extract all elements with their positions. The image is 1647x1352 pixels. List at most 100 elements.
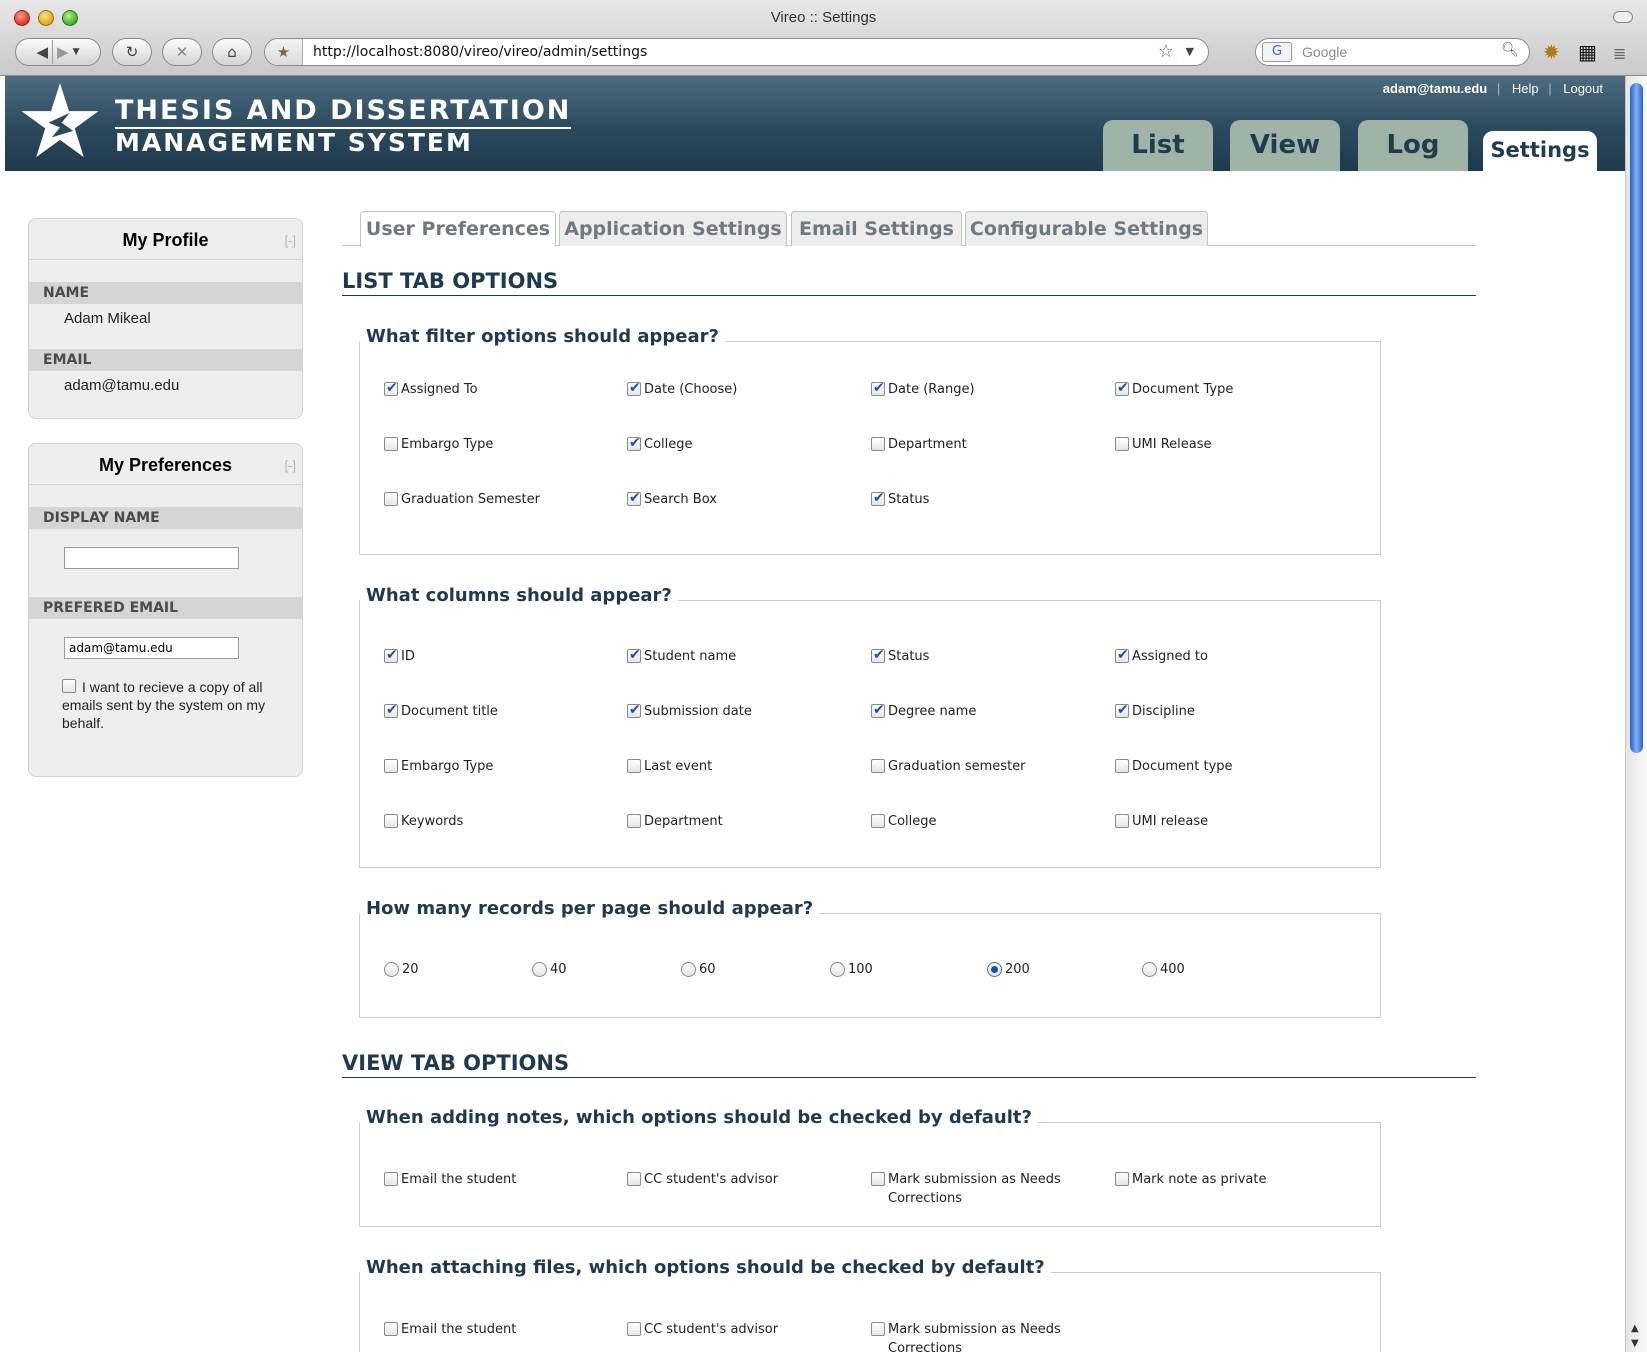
tab-application-settings[interactable]: Application Settings [559,211,787,246]
option-graduation-semester[interactable]: Graduation Semester [384,490,540,509]
checkbox[interactable] [627,814,641,828]
tab-configurable-settings[interactable]: Configurable Settings [965,211,1208,246]
option-department[interactable]: Department [871,435,967,454]
records-option-60[interactable]: 60 [681,960,716,979]
option-status[interactable]: Status [871,489,929,509]
checkbox[interactable] [871,701,885,720]
checkbox[interactable] [627,759,641,773]
checkbox[interactable] [384,701,398,720]
checkbox[interactable] [627,646,641,665]
option-embargo-type[interactable]: Embargo Type [384,435,493,454]
option-embargo-type[interactable]: Embargo Type [384,757,493,776]
database-icon[interactable]: ≣ [1613,44,1626,63]
radio-button[interactable] [681,962,696,977]
radio-button[interactable] [532,962,547,977]
bookmark-star-icon[interactable]: ☆ [1158,41,1174,62]
checkbox[interactable] [627,1322,641,1336]
option-mark-submission-as-needs-corrections[interactable]: Mark submission as Needs Corrections [871,1320,1063,1352]
option-date-range[interactable]: Date (Range) [871,379,975,399]
checkbox[interactable] [627,701,641,720]
checkbox[interactable] [384,437,398,451]
collapse-toggle[interactable]: [-] [284,233,296,248]
option-discipline[interactable]: Discipline [1115,701,1195,721]
option-document-type[interactable]: Document Type [1115,379,1233,399]
url-text[interactable]: http://localhost:8080/vireo/vireo/admin/… [313,44,647,60]
collapse-toggle[interactable]: [-] [284,458,296,473]
option-last-event[interactable]: Last event [627,757,712,776]
checkbox[interactable] [871,759,885,773]
checkbox[interactable] [871,1322,885,1336]
radio-button[interactable] [830,962,845,977]
help-link[interactable]: Help [1512,81,1539,96]
option-cc-student-s-advisor[interactable]: CC student's advisor [627,1170,778,1189]
checkbox[interactable] [627,1172,641,1186]
reload-button[interactable]: ↻ [112,38,152,66]
site-identity-icon[interactable]: ★ [265,39,303,65]
option-umi-release[interactable]: UMI release [1115,812,1208,831]
home-button[interactable]: ⌂ [212,38,252,66]
checkbox[interactable] [871,379,885,398]
checkbox[interactable] [1115,701,1129,720]
option-mark-note-as-private[interactable]: Mark note as private [1115,1170,1266,1189]
radio-button[interactable] [384,962,399,977]
checkbox[interactable] [384,1322,398,1336]
checkbox[interactable] [384,814,398,828]
checkbox[interactable] [1115,646,1129,665]
logout-link[interactable]: Logout [1563,81,1603,96]
url-dropdown-icon[interactable]: ▼ [1186,45,1194,58]
option-email-the-student[interactable]: Email the student [384,1320,516,1339]
magnifier-icon[interactable]: 🔍︎ [1501,42,1519,58]
option-status[interactable]: Status [871,646,929,666]
option-keywords[interactable]: Keywords [384,812,463,831]
checkbox[interactable] [1115,759,1129,773]
option-student-name[interactable]: Student name [627,646,736,666]
option-umi-release[interactable]: UMI Release [1115,435,1212,454]
option-college[interactable]: College [627,434,693,454]
checkbox[interactable] [384,759,398,773]
checkbox[interactable] [871,437,885,451]
history-dropdown-icon[interactable]: ▼ [73,47,80,57]
checkbox[interactable] [871,489,885,508]
tab-settings[interactable]: Settings [1483,131,1597,171]
tab-log[interactable]: Log [1358,120,1468,171]
records-option-200[interactable]: 200 [987,960,1030,979]
tab-email-settings[interactable]: Email Settings [791,211,962,246]
checkbox[interactable] [871,1172,885,1186]
checkbox[interactable] [627,434,641,453]
tab-user-preferences[interactable]: User Preferences [360,211,556,247]
option-search-box[interactable]: Search Box [627,489,717,509]
records-option-100[interactable]: 100 [830,960,873,979]
radio-button[interactable] [1142,962,1157,977]
option-cc-student-s-advisor[interactable]: CC student's advisor [627,1320,778,1339]
copy-emails-checkbox[interactable] [62,679,76,693]
option-id[interactable]: ID [384,646,415,666]
checkbox[interactable] [1115,437,1129,451]
option-college[interactable]: College [871,812,937,831]
checkbox[interactable] [384,646,398,665]
copy-emails-option[interactable]: I want to recieve a copy of all emails s… [62,677,277,732]
option-document-type[interactable]: Document type [1115,757,1233,776]
checkbox[interactable] [1115,814,1129,828]
checkbox[interactable] [871,814,885,828]
checkbox[interactable] [384,379,398,398]
option-assigned-to[interactable]: Assigned to [1115,646,1208,666]
records-option-20[interactable]: 20 [384,960,419,979]
search-bar[interactable]: G Google 🔍︎ [1255,38,1530,66]
checkbox[interactable] [384,1172,398,1186]
records-option-40[interactable]: 40 [532,960,567,979]
option-date-choose[interactable]: Date (Choose) [627,379,737,399]
back-arrow-icon[interactable]: ◀ [36,43,48,61]
qr-addon-icon[interactable]: ▦ [1578,40,1597,64]
search-engine-icon[interactable]: G [1262,42,1292,62]
page-scrollbar[interactable]: ▲ ▼ [1625,76,1647,1352]
option-submission-date[interactable]: Submission date [627,701,752,721]
checkbox[interactable] [627,489,641,508]
stop-button[interactable]: ✕ [162,38,202,66]
checkbox[interactable] [1115,379,1129,398]
scroll-down-arrow-icon[interactable]: ▼ [1631,1338,1639,1349]
forward-arrow-icon[interactable]: ▶ [57,43,69,61]
option-mark-submission-as-needs-corrections[interactable]: Mark submission as Needs Corrections [871,1170,1063,1208]
firebug-icon[interactable]: ✹ [1543,40,1560,64]
records-option-400[interactable]: 400 [1142,960,1185,979]
option-email-the-student[interactable]: Email the student [384,1170,516,1189]
